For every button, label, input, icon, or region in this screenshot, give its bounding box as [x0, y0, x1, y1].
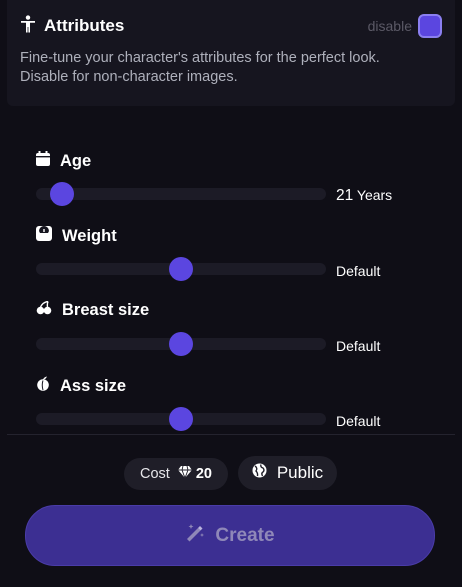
cost-badge: Cost 20 — [124, 458, 228, 490]
create-label: Create — [215, 524, 275, 546]
diamond-icon — [177, 465, 192, 482]
attribute-label-breast-size: Breast size — [62, 301, 150, 319]
attribute-label-weight: Weight — [62, 226, 117, 245]
cost-value: 20 — [195, 466, 212, 482]
age-slider[interactable] — [36, 182, 326, 206]
breast-size-value: Default — [336, 338, 381, 354]
visibility-label: Public — [276, 463, 324, 482]
attribute-title-ass-size: Ass size — [36, 376, 126, 396]
breast-size-slider-thumb[interactable] — [169, 332, 193, 356]
globe-icon — [252, 463, 277, 483]
cost-label: Cost — [140, 466, 170, 482]
weight-slider[interactable] — [36, 257, 326, 281]
attribute-title-age: Age — [36, 151, 91, 171]
calendar-icon — [36, 151, 60, 171]
attribute-title-weight: Weight — [36, 226, 117, 246]
visibility-button[interactable]: Public — [238, 456, 337, 490]
create-button[interactable]: Create — [25, 505, 435, 566]
magic-wand-icon — [185, 523, 215, 549]
attribute-label-ass-size: Ass size — [60, 376, 127, 395]
attributes-title: Attributes — [44, 16, 125, 35]
age-slider-thumb[interactable] — [50, 182, 75, 206]
ass-size-slider[interactable] — [36, 407, 326, 431]
cherries-icon — [36, 300, 62, 320]
weight-value: Default — [336, 263, 381, 279]
section-divider — [7, 434, 455, 435]
attributes-toggle[interactable] — [418, 14, 442, 38]
attribute-label-age: Age — [60, 151, 92, 170]
weight-slider-thumb[interactable] — [169, 257, 193, 281]
attributes-description: Fine-tune your character's attributes fo… — [20, 50, 380, 85]
attribute-title-breast-size: Breast size — [36, 300, 150, 320]
age-value: 21 Years — [336, 187, 393, 204]
disable-label: disable — [367, 18, 412, 34]
ass-size-slider-thumb[interactable] — [169, 407, 193, 431]
breast-size-slider[interactable] — [36, 332, 326, 356]
ass-size-value: Default — [336, 413, 381, 429]
peach-icon — [36, 376, 60, 396]
attributes-header: Attributes disable — [20, 14, 442, 38]
scale-icon — [36, 226, 62, 246]
person-arms-out-icon — [20, 14, 36, 38]
